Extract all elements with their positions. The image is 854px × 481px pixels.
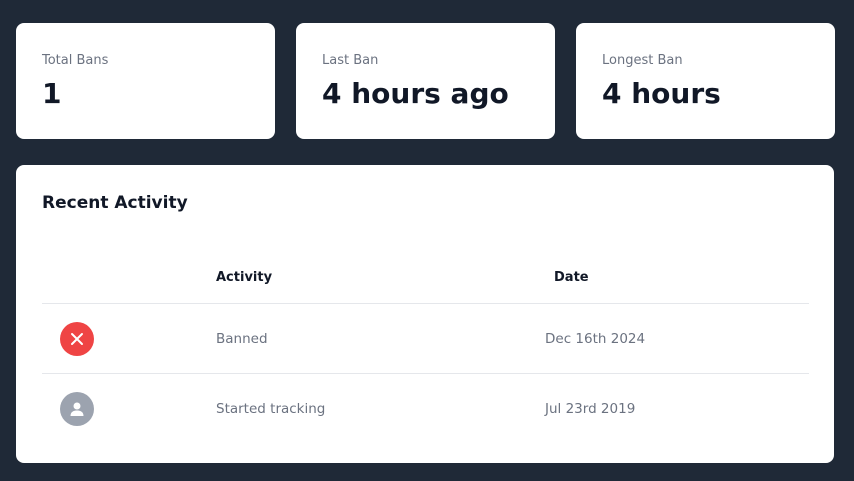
table-header: Activity Date — [42, 255, 809, 304]
stat-label: Longest Ban — [602, 53, 683, 68]
table-row: Started tracking Jul 23rd 2019 — [42, 374, 809, 443]
column-header-activity: Activity — [216, 270, 273, 285]
recent-activity-title: Recent Activity — [42, 193, 188, 213]
recent-activity-card: Recent Activity Activity Date Banned Dec… — [16, 165, 834, 463]
date-cell: Jul 23rd 2019 — [545, 401, 636, 417]
stat-card-longest-ban: Longest Ban 4 hours — [576, 23, 835, 139]
stat-value: 1 — [42, 77, 62, 110]
stat-label: Total Bans — [42, 53, 109, 68]
stat-label: Last Ban — [322, 53, 379, 68]
stat-value: 4 hours ago — [322, 77, 509, 110]
stat-value: 4 hours — [602, 77, 721, 110]
table-row: Banned Dec 16th 2024 — [42, 304, 809, 374]
activity-cell: Banned — [216, 331, 268, 347]
stat-card-total-bans: Total Bans 1 — [16, 23, 275, 139]
user-icon — [60, 392, 94, 426]
date-cell: Dec 16th 2024 — [545, 331, 646, 347]
activity-cell: Started tracking — [216, 401, 326, 417]
column-header-date: Date — [554, 270, 589, 285]
stat-card-last-ban: Last Ban 4 hours ago — [296, 23, 555, 139]
activity-table: Activity Date Banned Dec 16th 2024 Start… — [42, 255, 809, 443]
close-icon — [60, 322, 94, 356]
